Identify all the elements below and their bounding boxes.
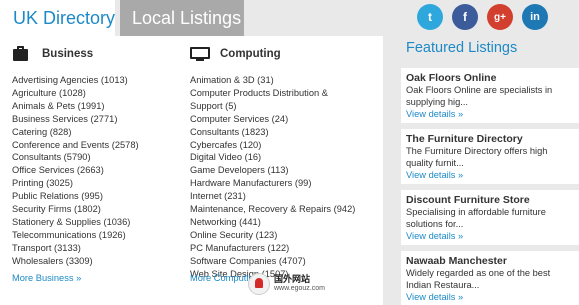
watermark: 国外网站 www.egouz.com [248, 270, 334, 298]
featured-listing-name[interactable]: Oak Floors Online [406, 71, 574, 85]
view-details-link[interactable]: View details » [406, 291, 574, 303]
featured-listing-name[interactable]: The Furniture Directory [406, 132, 574, 146]
business-category-link[interactable]: Transport (3133) [12, 242, 180, 255]
business-category-link[interactable]: Business Services (2771) [12, 113, 180, 126]
tab-uk-directory[interactable]: UK Directory [0, 0, 115, 36]
business-category-link[interactable]: Public Relations (995) [12, 190, 180, 203]
view-details-link[interactable]: View details » [406, 108, 574, 120]
watermark-cn: 国外网站 [274, 274, 311, 284]
google-plus-icon[interactable]: g+ [487, 4, 513, 30]
computing-category-link[interactable]: Internet (231) [190, 190, 360, 203]
computing-title: Computing [220, 48, 281, 60]
twitter-icon[interactable]: t [417, 4, 443, 30]
computing-category-link[interactable]: Online Security (123) [190, 229, 360, 242]
view-details-link[interactable]: View details » [406, 230, 574, 242]
featured-listings: Oak Floors Online Oak Floors Online are … [401, 68, 579, 305]
featured-listing: Oak Floors Online Oak Floors Online are … [401, 68, 579, 123]
computing-category-link[interactable]: Software Companies (4707) [190, 255, 360, 268]
business-category-link[interactable]: Stationery & Supplies (1036) [12, 216, 180, 229]
business-category-link[interactable]: Animals & Pets (1991) [12, 100, 180, 113]
computing-category-link[interactable]: Maintenance, Recovery & Repairs (942) [190, 203, 360, 216]
computing-header: Computing [190, 44, 360, 64]
business-category-link[interactable]: Printing (3025) [12, 177, 180, 190]
featured-listing: The Furniture Directory The Furniture Di… [401, 129, 579, 184]
view-details-link[interactable]: View details » [406, 169, 574, 181]
business-category-link[interactable]: Catering (828) [12, 126, 180, 139]
computing-category-link[interactable]: PC Manufacturers (122) [190, 242, 360, 255]
computing-category-link[interactable]: Computer Services (24) [190, 113, 360, 126]
watermark-logo-icon [248, 273, 270, 295]
business-title: Business [42, 48, 94, 60]
facebook-icon[interactable]: f [452, 4, 478, 30]
social-buttons: t f g+ in [417, 4, 548, 30]
business-category-link[interactable]: Office Services (2663) [12, 164, 180, 177]
computing-category-link[interactable]: Animation & 3D (31) [190, 74, 360, 87]
business-category-link[interactable]: Agriculture (1028) [12, 87, 180, 100]
computing-category-link[interactable]: Game Developers (113) [190, 164, 360, 177]
business-list: Advertising Agencies (1013) Agriculture … [12, 74, 180, 268]
page: UK Directory Local Listings Business Adv… [0, 0, 579, 305]
briefcase-icon [12, 45, 34, 63]
featured-listing-name[interactable]: Nawaab Manchester [406, 254, 574, 268]
business-category-link[interactable]: Consultants (5790) [12, 151, 180, 164]
linkedin-icon[interactable]: in [522, 4, 548, 30]
featured-listing-description: Widely regarded as one of the best India… [406, 268, 551, 290]
business-category-link[interactable]: Security Firms (1802) [12, 203, 180, 216]
business-category-link[interactable]: Wholesalers (3309) [12, 255, 180, 268]
computing-category-link[interactable]: Digital Video (16) [190, 151, 360, 164]
featured-listing-description: Specialising in affordable furniture sol… [406, 207, 546, 229]
computing-category-link[interactable]: Consultants (1823) [190, 126, 360, 139]
computing-category-link[interactable]: Computer Products Distribution & Support… [190, 87, 360, 113]
business-category-link[interactable]: Advertising Agencies (1013) [12, 74, 180, 87]
computing-category-link[interactable]: Networking (441) [190, 216, 360, 229]
watermark-url: www.egouz.com [274, 285, 325, 292]
featured-listing: Nawaab Manchester Widely regarded as one… [401, 251, 579, 305]
business-category-link[interactable]: Telecommunications (1926) [12, 229, 180, 242]
featured-listings-title: Featured Listings [406, 40, 518, 56]
featured-listing-description: The Furniture Directory offers high qual… [406, 146, 548, 168]
computing-column: Computing Animation & 3D (31) Computer P… [190, 44, 360, 283]
computing-list: Animation & 3D (31) Computer Products Di… [190, 74, 360, 281]
directory-panel: Business Advertising Agencies (1013) Agr… [0, 36, 383, 305]
business-category-link[interactable]: Conference and Events (2578) [12, 139, 180, 152]
watermark-text: 国外网站 www.egouz.com [274, 274, 325, 294]
computing-category-link[interactable]: Cybercafes (120) [190, 139, 360, 152]
computing-category-link[interactable]: Hardware Manufacturers (99) [190, 177, 360, 190]
featured-listing: Discount Furniture Store Specialising in… [401, 190, 579, 245]
featured-listing-description: Oak Floors Online are specialists in sup… [406, 85, 553, 107]
monitor-icon [190, 45, 212, 63]
business-header: Business [12, 44, 180, 64]
business-column: Business Advertising Agencies (1013) Agr… [12, 44, 180, 283]
tab-local-listings[interactable]: Local Listings [120, 0, 244, 36]
more-business-link[interactable]: More Business » [12, 273, 81, 283]
featured-listing-name[interactable]: Discount Furniture Store [406, 193, 574, 207]
